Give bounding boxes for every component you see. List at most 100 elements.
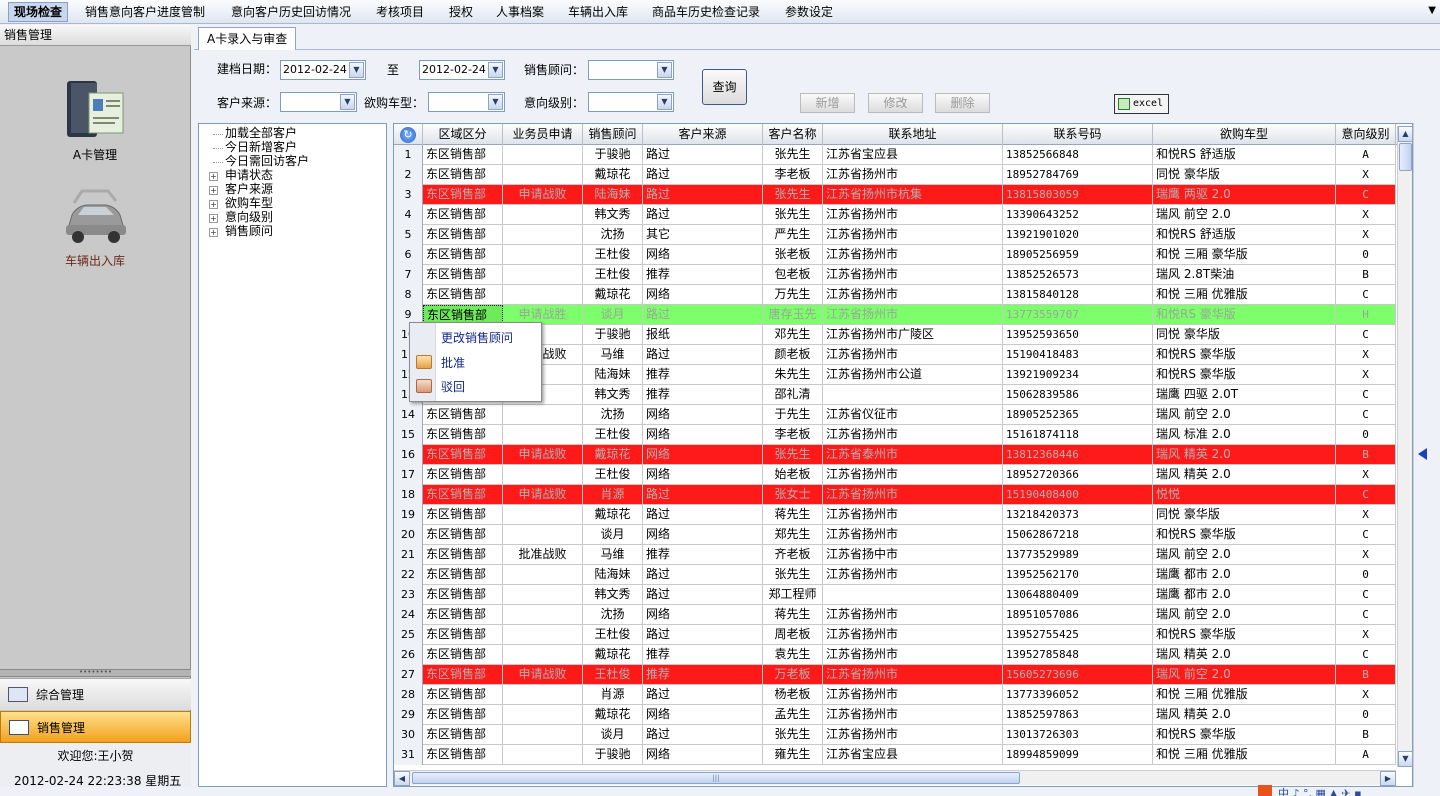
cell-model[interactable]: 瑞风 前空 2.0 — [1153, 205, 1336, 225]
cell-consultant[interactable]: 陆海妹 — [583, 565, 643, 585]
cell-customer[interactable]: 李老板 — [763, 425, 823, 445]
cell-consultant[interactable]: 沈扬 — [583, 405, 643, 425]
cell-level[interactable]: C — [1336, 285, 1396, 305]
cell-customer[interactable]: 始老板 — [763, 465, 823, 485]
cell-apply[interactable] — [503, 265, 583, 285]
cell-model[interactable]: 和悦RS 豪华版 — [1153, 625, 1336, 645]
cell-apply[interactable] — [503, 725, 583, 745]
menu-item-5[interactable]: 人事档案 — [496, 4, 544, 21]
table-row[interactable]: 22 东区销售部 陆海妹 路过 张先生 江苏省扬州市 13952562170 瑞鹰 都市 2.… — [394, 565, 1396, 585]
cell-apply[interactable] — [503, 165, 583, 185]
cell-consultant[interactable]: 沈扬 — [583, 605, 643, 625]
nav-sales-management[interactable]: 销售管理 — [0, 711, 191, 743]
cell-address[interactable]: 江苏省扬州市 — [823, 425, 1003, 445]
row-number[interactable]: 5 — [394, 225, 423, 245]
source-select[interactable]: ▼ — [280, 92, 357, 112]
cell-model[interactable]: 和悦 三厢 优雅版 — [1153, 745, 1336, 765]
column-header-5[interactable]: 联系地址 — [823, 124, 1003, 145]
cell-region[interactable]: 东区销售部 — [423, 405, 503, 425]
cell-customer[interactable]: 张先生 — [763, 205, 823, 225]
cell-apply[interactable] — [503, 585, 583, 605]
cell-model[interactable]: 悦悦 — [1153, 485, 1336, 505]
cell-consultant[interactable]: 韩文秀 — [583, 385, 643, 405]
cell-customer[interactable]: 雍先生 — [763, 745, 823, 765]
cell-address[interactable]: 江苏省仪征市 — [823, 405, 1003, 425]
row-number[interactable]: 17 — [394, 465, 423, 485]
cell-customer[interactable]: 张先生 — [763, 445, 823, 465]
cell-source[interactable]: 推荐 — [643, 645, 763, 665]
cell-address[interactable]: 江苏省扬州市 — [823, 725, 1003, 745]
cell-phone[interactable]: 13064880409 — [1003, 585, 1153, 605]
collapse-left-arrow-icon[interactable] — [1418, 448, 1427, 460]
cell-phone[interactable]: 15062867218 — [1003, 525, 1153, 545]
horizontal-scrollbar[interactable]: ◀ ||| ▶ — [394, 770, 1396, 786]
cell-customer[interactable]: 齐老板 — [763, 545, 823, 565]
vehicle-inout-launcher[interactable]: 车辆出入库 — [40, 185, 150, 269]
cell-customer[interactable]: 唐存玉先 — [763, 305, 823, 325]
cell-consultant[interactable]: 于骏驰 — [583, 325, 643, 345]
cell-source[interactable]: 网络 — [643, 605, 763, 625]
column-header-6[interactable]: 联系号码 — [1003, 124, 1153, 145]
menu-item-4[interactable]: 授权 — [449, 4, 473, 21]
cell-phone[interactable]: 13852597863 — [1003, 705, 1153, 725]
model-select[interactable]: ▼ — [428, 92, 505, 112]
cell-consultant[interactable]: 陆海妹 — [583, 365, 643, 385]
cell-phone[interactable]: 13921901020 — [1003, 225, 1153, 245]
cell-model[interactable]: 瑞风 精英 2.0 — [1153, 445, 1336, 465]
date-from-picker[interactable]: 2012-02-24 ▼ — [280, 60, 366, 80]
cell-region[interactable]: 东区销售部 — [423, 545, 503, 565]
cell-customer[interactable]: 朱先生 — [763, 365, 823, 385]
tree-leaf-1[interactable]: 今日新增客户 — [225, 141, 297, 154]
cell-consultant[interactable]: 王杜俊 — [583, 665, 643, 685]
cell-customer[interactable]: 张先生 — [763, 145, 823, 165]
column-header-1[interactable]: 业务员申请 — [503, 124, 583, 145]
cell-region[interactable]: 东区销售部 — [423, 625, 503, 645]
chevron-down-icon[interactable]: ▼ — [488, 62, 503, 78]
cell-model[interactable]: 和悦RS 豪华版 — [1153, 345, 1336, 365]
cell-model[interactable]: 瑞鹰 四驱 2.0T — [1153, 385, 1336, 405]
cell-phone[interactable]: 13013726303 — [1003, 725, 1153, 745]
cell-address[interactable] — [823, 585, 1003, 605]
cell-region[interactable]: 东区销售部 — [423, 465, 503, 485]
query-button[interactable]: 查询 — [702, 69, 747, 105]
cell-model[interactable]: 瑞风 前空 2.0 — [1153, 405, 1336, 425]
cell-apply[interactable] — [503, 465, 583, 485]
cell-apply[interactable] — [503, 605, 583, 625]
table-row[interactable]: 11东区销售部申请战败马维路过颜老板江苏省扬州市15190418483和悦RS … — [394, 345, 1396, 365]
cell-address[interactable]: 江苏省扬州市 — [823, 505, 1003, 525]
cell-address[interactable]: 江苏省扬中市 — [823, 545, 1003, 565]
cell-model[interactable]: 瑞风 精英 2.0 — [1153, 705, 1336, 725]
cell-source[interactable]: 推荐 — [643, 665, 763, 685]
cell-address[interactable]: 江苏省扬州市 — [823, 685, 1003, 705]
cell-phone[interactable]: 13852566848 — [1003, 145, 1153, 165]
row-number[interactable]: 31 — [394, 745, 423, 765]
vertical-scroll-thumb[interactable] — [1399, 143, 1412, 171]
cell-region[interactable]: 东区销售部 — [423, 245, 503, 265]
expand-icon[interactable]: + — [209, 200, 218, 209]
cell-customer[interactable]: 李老板 — [763, 165, 823, 185]
cell-consultant[interactable]: 戴琼花 — [583, 505, 643, 525]
chevron-down-icon[interactable]: ▼ — [657, 94, 672, 110]
cell-address[interactable]: 江苏省扬州市 — [823, 245, 1003, 265]
cell-region[interactable]: 东区销售部 — [423, 485, 503, 505]
cell-level[interactable]: X — [1336, 545, 1396, 565]
nav-general-management[interactable]: 综合管理 — [0, 678, 191, 710]
cell-level[interactable]: C — [1336, 645, 1396, 665]
cell-address[interactable]: 江苏省扬州市 — [823, 565, 1003, 585]
cell-consultant[interactable]: 马维 — [583, 545, 643, 565]
cell-region[interactable]: 东区销售部 — [423, 505, 503, 525]
cell-model[interactable]: 和悦RS 豪华版 — [1153, 305, 1336, 325]
edit-button[interactable]: 修改 — [868, 93, 923, 113]
cell-level[interactable]: X — [1336, 225, 1396, 245]
cell-level[interactable]: C — [1336, 525, 1396, 545]
cell-level[interactable]: H — [1336, 305, 1396, 325]
cell-apply[interactable] — [503, 705, 583, 725]
cell-source[interactable]: 网络 — [643, 425, 763, 445]
cell-consultant[interactable]: 韩文秀 — [583, 205, 643, 225]
cell-source[interactable]: 路过 — [643, 565, 763, 585]
cell-address[interactable]: 江苏省扬州市 — [823, 225, 1003, 245]
table-row[interactable]: 18 东区销售部 申请战败 肖源 路过 张女士 江苏省扬州市 15190408400 悦悦 C — [394, 485, 1396, 505]
cell-address[interactable]: 江苏省扬州市 — [823, 165, 1003, 185]
table-row[interactable]: 17 东区销售部 王杜俊 网络 始老板 江苏省扬州市 18952720366 瑞风 精英 2.… — [394, 465, 1396, 485]
cell-customer[interactable]: 蒋先生 — [763, 605, 823, 625]
